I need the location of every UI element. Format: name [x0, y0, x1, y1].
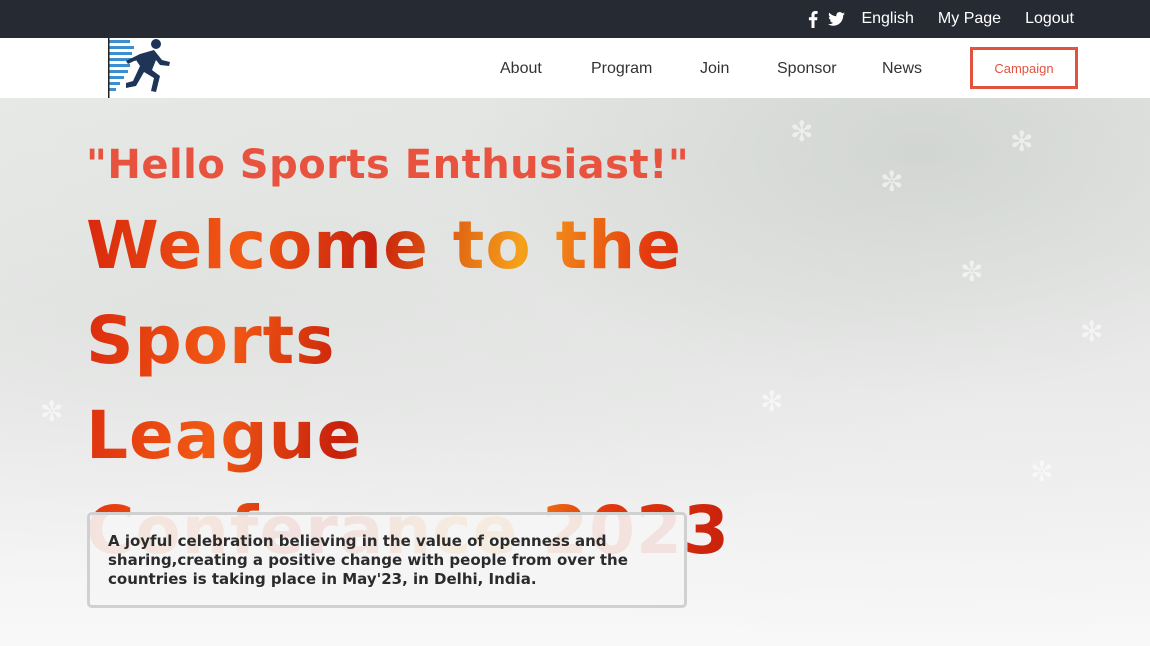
snowflake-decoration: ✼ — [880, 165, 904, 198]
snowflake-decoration: ✼ — [960, 255, 984, 288]
runner-logo[interactable] — [106, 38, 172, 98]
nav-sponsor[interactable]: Sponsor — [777, 60, 837, 78]
snowflake-decoration: ✼ — [1030, 455, 1054, 488]
nav-program[interactable]: Program — [591, 60, 652, 78]
headline-line-1: Welcome to the Sports — [86, 207, 682, 379]
twitter-icon[interactable] — [828, 12, 846, 26]
snowflake-decoration: ✻ — [1080, 315, 1104, 348]
main-navbar: About Program Join Sponsor News Campaign — [0, 38, 1150, 98]
language-link[interactable]: English — [861, 10, 913, 28]
event-description: A joyful celebration believing in the va… — [108, 532, 628, 588]
top-utility-bar: English My Page Logout — [0, 0, 1150, 38]
event-description-box: A joyful celebration believing in the va… — [87, 512, 687, 608]
snowflake-decoration: ✻ — [790, 115, 814, 148]
logout-link[interactable]: Logout — [1025, 10, 1074, 28]
headline-line-2: League — [86, 397, 363, 474]
nav-news[interactable]: News — [882, 60, 922, 78]
campaign-button[interactable]: Campaign — [970, 47, 1078, 89]
nav-about[interactable]: About — [500, 60, 542, 78]
hero-greeting: "Hello Sports Enthusiast!" — [86, 142, 690, 188]
facebook-icon[interactable] — [808, 10, 819, 28]
nav-join[interactable]: Join — [700, 60, 729, 78]
social-links — [808, 10, 846, 28]
my-page-link[interactable]: My Page — [938, 10, 1001, 28]
snowflake-decoration: ✻ — [1010, 125, 1034, 158]
snowflake-decoration: ✼ — [40, 395, 64, 428]
hero-section: ✻ ✼ ✻ ✼ ✻ ✼ ✻ ✼ "Hello Sports Enthusiast… — [0, 98, 1150, 646]
